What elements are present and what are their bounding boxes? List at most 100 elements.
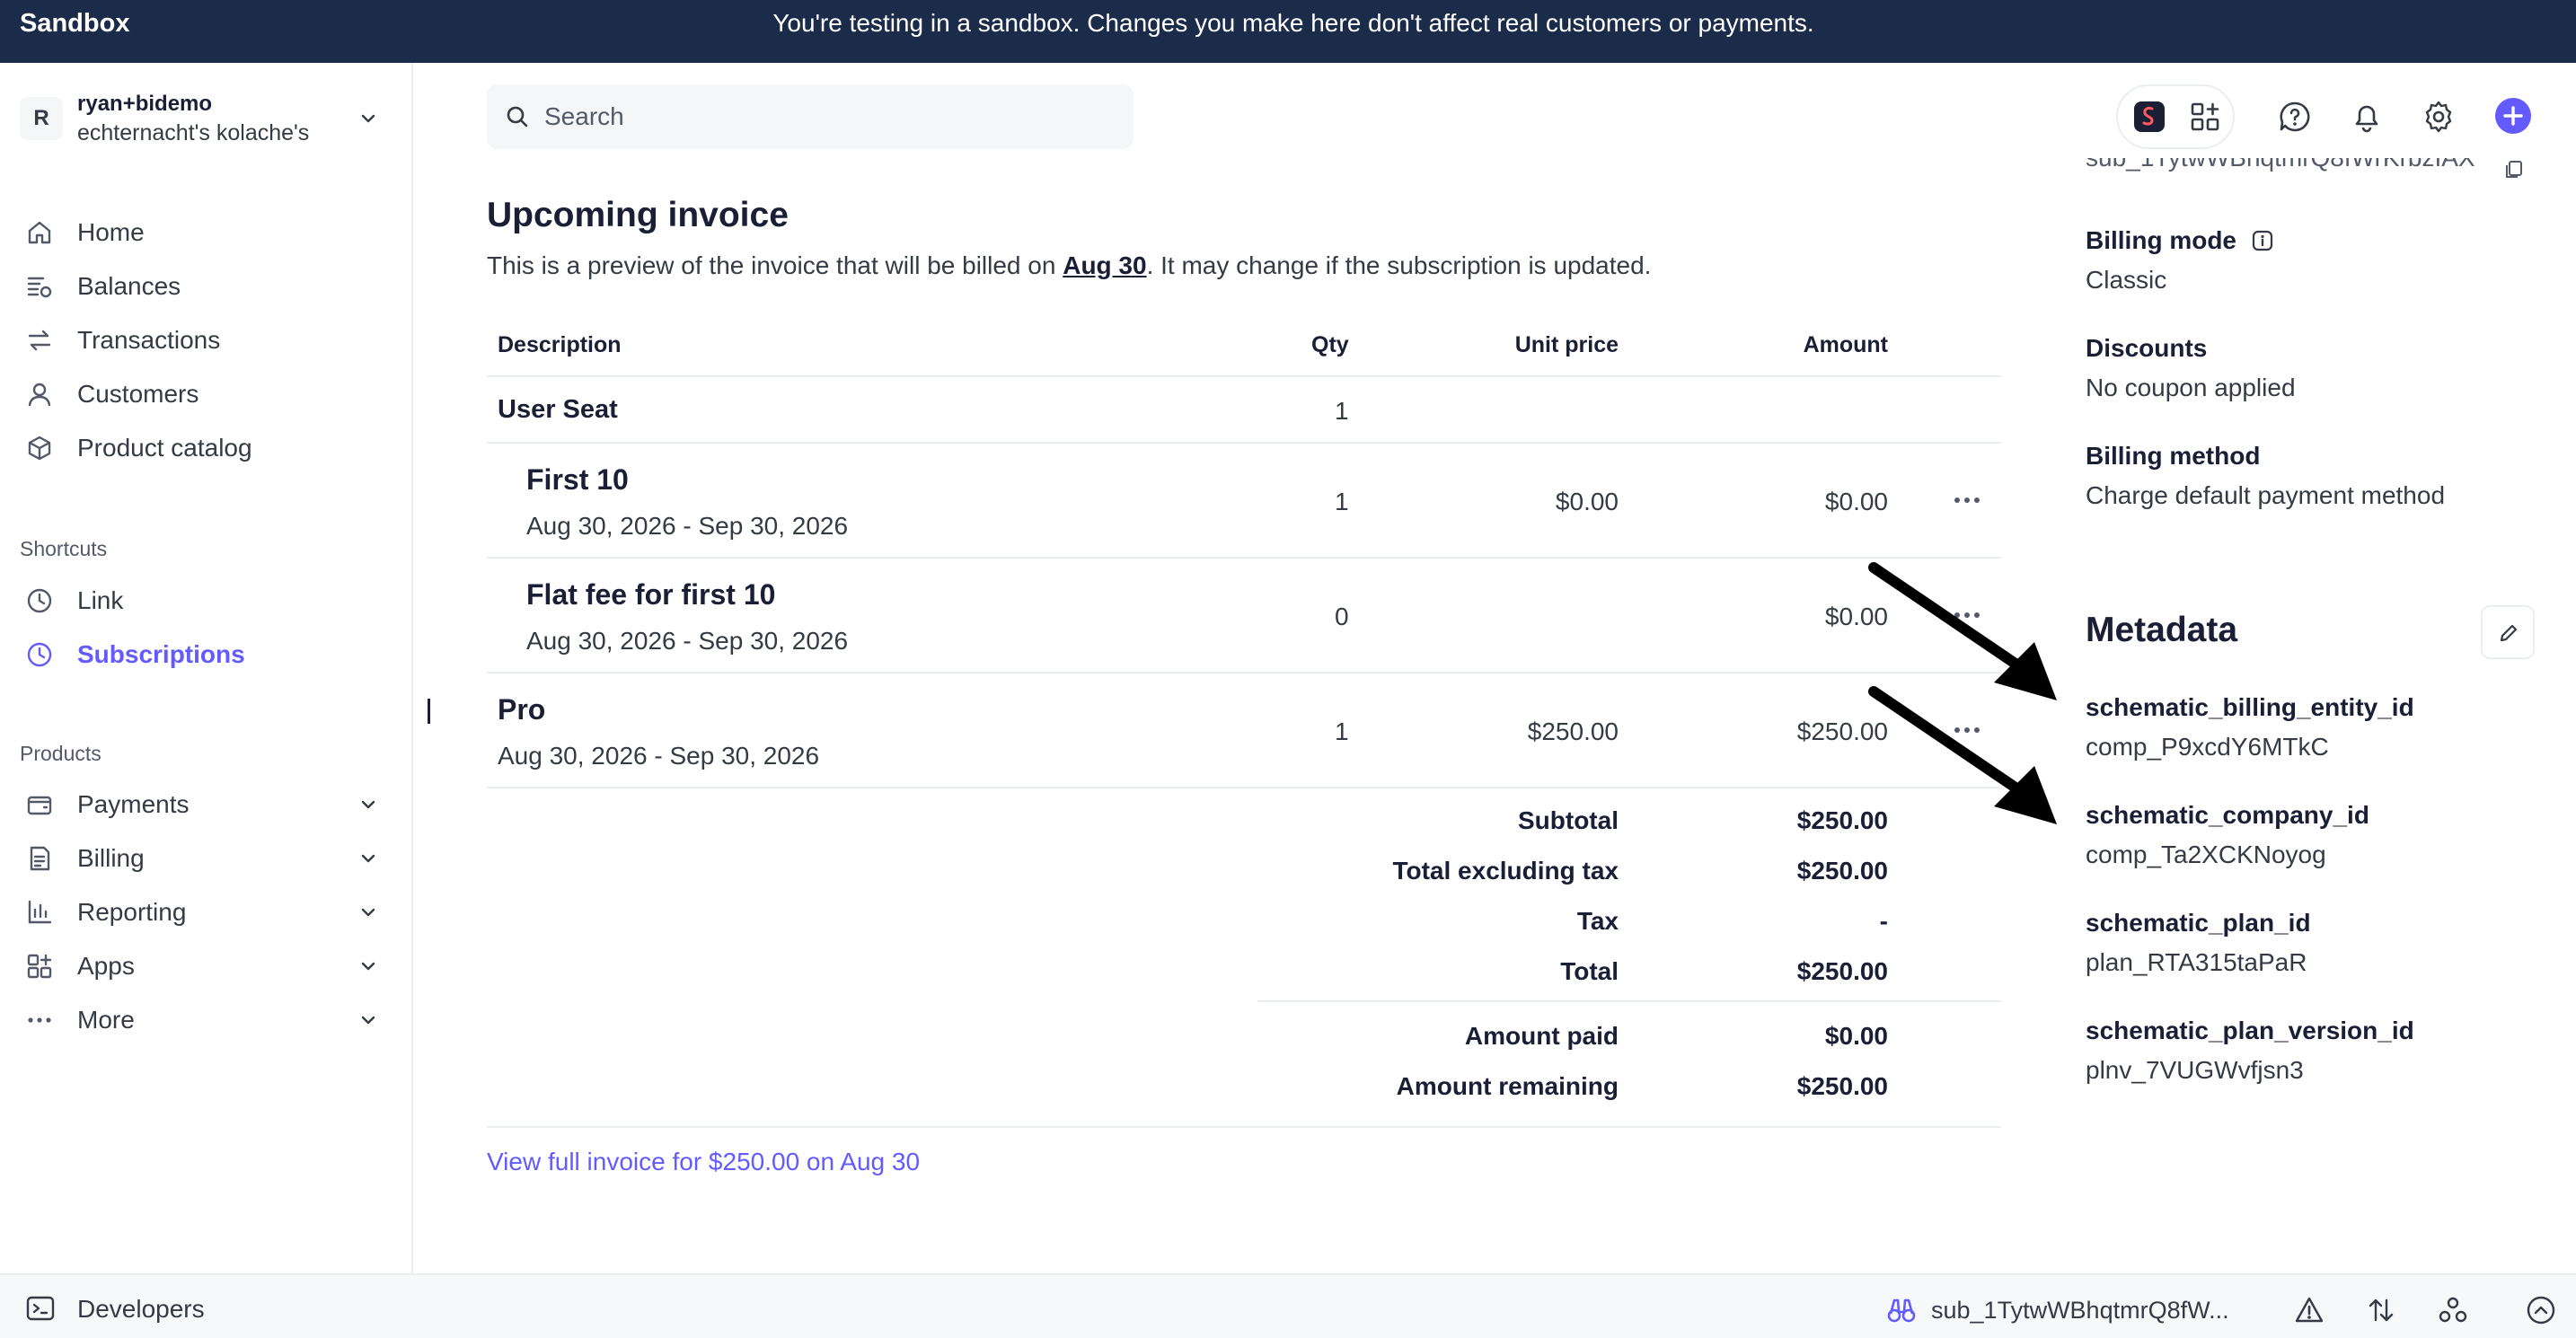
pencil-icon [2500,624,2518,642]
total-excluding-tax-value: $250.00 [1796,857,1888,885]
subscription-id-partial: sub_1TytwWBhqtmrQ8fWrKrbzIAX [2086,158,2475,178]
chevron-down-icon [361,854,375,863]
annotation-arrow [1868,686,2057,824]
home-icon [28,221,51,244]
discounts-value: No coupon applied [2086,374,2296,401]
search-input[interactable]: Search [487,84,1134,149]
metadata-key: schematic_billing_entity_id [2086,693,2414,721]
balances-icon [27,277,52,298]
terminal-icon [26,1296,55,1321]
billing-mode-value: Classic [2086,266,2167,294]
billing-icon [30,846,50,871]
sidebar-item-more[interactable]: More [20,997,379,1042]
column-header-amount: Amount [1803,332,1888,357]
chevron-down-icon [361,800,375,809]
notifications-bell-icon[interactable] [2350,100,2384,134]
copy-icon[interactable] [2504,160,2524,180]
bottom-bar: Developers sub_1TytwWBhqtmrQ8fW... [0,1273,2576,1338]
sidebar-item-label: Home [77,218,145,246]
chevron-down-icon [361,114,375,123]
view-full-invoice-link[interactable]: View full invoice for $250.00 on Aug 30 [487,1148,920,1176]
amount-remaining-label: Amount remaining [1396,1072,1619,1100]
sidebar: R ryan+bidemo echternacht's kolache's Ho… [0,63,413,1273]
sidebar-item-label: Link [77,586,124,614]
products-heading: Products [20,742,101,765]
sidebar-item-label: Balances [77,272,181,300]
billing-date-link[interactable]: Aug 30 [1063,251,1146,279]
metadata-value: plan_RTA315taPaR [2086,948,2307,976]
sidebar-item-transactions[interactable]: Transactions [20,317,379,362]
billing-mode-label: Billing mode [2086,226,2236,254]
line-item-period: Aug 30, 2026 - Sep 30, 2026 [498,742,820,770]
sandbox-banner: Sandbox You're testing in a sandbox. Cha… [0,0,2576,63]
sidebar-item-payments[interactable]: Payments [20,781,379,826]
metadata-value: comp_Ta2XCKNoyog [2086,841,2326,868]
account-switcher[interactable]: R ryan+bidemo echternacht's kolache's [20,92,379,149]
clock-icon [27,588,52,613]
sidebar-item-label: More [77,1006,135,1034]
chevron-down-icon [361,962,375,971]
warning-icon[interactable] [2294,1295,2325,1325]
line-item-qty: 1 [1335,397,1349,425]
sidebar-item-balances[interactable]: Balances [20,263,379,308]
line-item-unit-price: $0.00 [1555,488,1619,515]
chevron-down-icon [361,908,375,917]
metadata-key: schematic_plan_version_id [2086,1017,2414,1044]
info-icon[interactable] [2251,229,2274,252]
settings-gear-icon[interactable] [2422,100,2456,134]
line-item-description: Flat fee for first 10 [526,578,776,611]
sidebar-item-subscriptions[interactable]: Subscriptions [20,631,379,676]
discounts-label: Discounts [2086,334,2208,362]
edit-metadata-button[interactable] [2481,605,2535,659]
customers-icon [28,383,51,407]
binoculars-icon [1887,1298,1916,1323]
metadata-key: schematic_plan_id [2086,909,2311,937]
metadata-key: schematic_company_id [2086,801,2369,829]
tax-value: - [1879,907,1888,935]
sidebar-item-billing[interactable]: Billing [20,835,379,880]
sort-arrows-icon[interactable] [2366,1295,2396,1325]
line-item-qty: 1 [1335,488,1349,515]
sidebar-item-label: Payments [77,790,190,818]
divider [487,557,2001,559]
metadata-heading: Metadata [2086,611,2238,649]
create-button[interactable] [2495,98,2531,134]
webhooks-icon[interactable] [2438,1295,2468,1325]
chevron-up-circle-icon[interactable] [2526,1295,2556,1325]
sidebar-item-label: Reporting [77,898,187,926]
transactions-icon [28,330,51,351]
amount-paid-value: $0.00 [1824,1022,1888,1050]
apps-icon [27,954,52,979]
developers-label: Developers [77,1295,205,1323]
billing-method-value: Charge default payment method [2086,481,2446,509]
sidebar-item-reporting[interactable]: Reporting [20,889,379,934]
apps-grid-icon[interactable] [2188,100,2222,134]
sidebar-item-label: Subscriptions [77,640,245,668]
shortcuts-heading: Shortcuts [20,537,108,560]
line-item-period: Aug 30, 2026 - Sep 30, 2026 [526,627,849,655]
sidebar-item-link[interactable]: Link [20,577,379,622]
text-cursor [428,699,430,724]
metadata-value: plnv_7VUGWvfjsn3 [2086,1056,2304,1084]
column-header-qty: Qty [1311,332,1349,357]
sandbox-message: You're testing in a sandbox. Changes you… [772,9,1814,37]
line-item-unit-price: $250.00 [1527,717,1619,745]
sidebar-item-label: Customers [77,380,199,408]
line-item-period: Aug 30, 2026 - Sep 30, 2026 [526,512,849,540]
subscription-id-label: sub_1TytwWBhqtmrQ8fW... [1931,1297,2229,1324]
line-item-qty: 0 [1335,603,1349,630]
sidebar-item-product-catalog[interactable]: Product catalog [20,425,379,470]
metadata-value: comp_P9xcdY6MTkC [2086,733,2329,761]
sidebar-item-apps[interactable]: Apps [20,943,379,988]
sidebar-item-label: Billing [77,844,145,872]
sidebar-item-home[interactable]: Home [20,209,379,254]
line-item-amount: $0.00 [1824,488,1888,515]
help-icon[interactable] [2278,100,2312,134]
subtotal-value: $250.00 [1796,806,1888,834]
column-header-description: Description [498,332,622,357]
schematic-app-icon[interactable] [2132,100,2166,134]
divider [487,442,2001,444]
line-item-qty: 1 [1335,717,1349,745]
sidebar-item-customers[interactable]: Customers [20,371,379,416]
row-actions-icon[interactable] [1954,497,1981,504]
